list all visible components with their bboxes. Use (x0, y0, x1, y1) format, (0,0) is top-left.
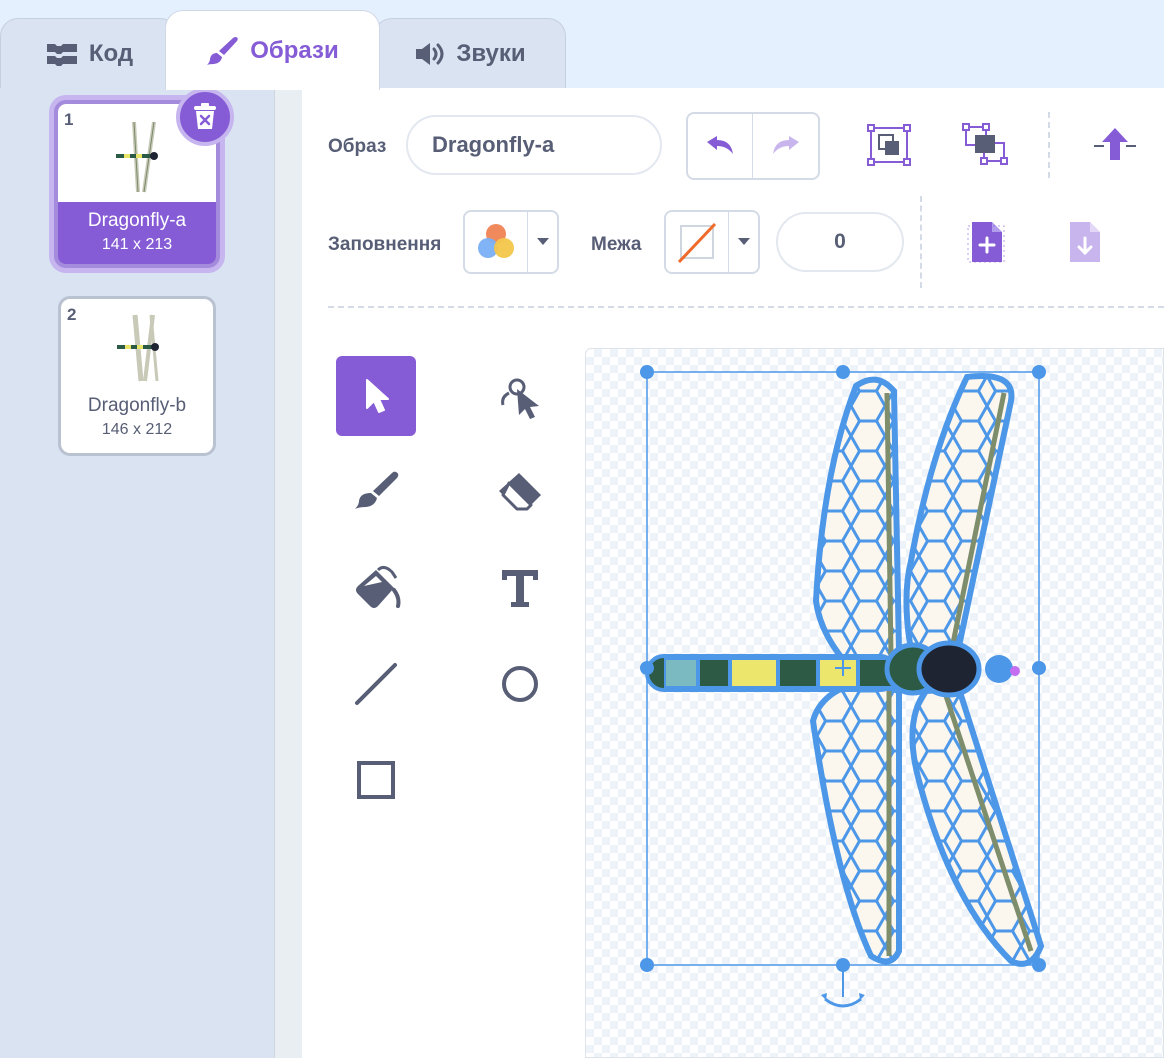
costume-item-dragonfly-b[interactable]: 2 Dragonfly-b 146 x 212 (58, 296, 216, 456)
fill-tool[interactable] (336, 548, 416, 628)
add-costume-button[interactable] (966, 220, 1006, 264)
outline-color-picker[interactable] (664, 210, 760, 274)
fill-swatch (465, 212, 528, 272)
outline-width-input[interactable]: 0 (776, 212, 904, 272)
fill-color-picker[interactable] (463, 210, 559, 274)
ungroup-icon (962, 123, 1008, 165)
paintbrush-icon (207, 36, 239, 65)
rectangle-tool[interactable] (336, 740, 416, 820)
select-tool[interactable] (336, 356, 416, 436)
costume-size: 146 x 212 (101, 421, 173, 438)
costume-name-label: Образ (328, 136, 387, 157)
costume-number: 2 (67, 305, 77, 324)
toolbar-separator (920, 196, 922, 288)
eraser-tool[interactable] (480, 452, 560, 532)
undo-redo-group (686, 112, 820, 180)
brush-tool[interactable] (336, 452, 416, 532)
arrow-cursor-icon (366, 379, 389, 413)
costume-name-input[interactable]: Dragonfly-a (406, 115, 662, 175)
tab-costumes-label: Образи (250, 36, 339, 64)
costume-size: 141 x 213 (101, 236, 173, 253)
upper-right-wing[interactable] (903, 373, 1015, 665)
tab-code[interactable]: Код (0, 18, 178, 88)
group-button[interactable] (866, 123, 912, 167)
reshape-cursor-icon (501, 378, 539, 419)
outline-dropdown[interactable] (729, 212, 758, 272)
eraser-icon (499, 473, 541, 511)
dragonfly-thumbnail-image (117, 314, 159, 382)
outline-label: Межа (591, 234, 642, 255)
undo-button[interactable] (688, 114, 753, 178)
rectangle-icon (357, 761, 395, 799)
costume-name: Dragonfly-a (87, 210, 187, 231)
costume-number: 1 (64, 110, 74, 129)
circle-tool[interactable] (480, 644, 560, 724)
text-icon (502, 570, 538, 607)
fill-label: Заповнення (328, 234, 442, 255)
trash-icon (194, 103, 216, 129)
multicolor-fill-icon (478, 224, 514, 258)
group-icon (867, 124, 911, 166)
lower-right-wing[interactable] (909, 685, 1045, 967)
redo-button[interactable] (753, 114, 818, 178)
file-download-icon (1070, 222, 1100, 262)
no-outline-icon (677, 222, 717, 264)
tab-costumes[interactable]: Образи (165, 10, 380, 90)
forward-icon (1094, 128, 1136, 160)
costume-name: Dragonfly-b (87, 395, 187, 416)
file-add-icon (967, 222, 1005, 263)
delete-costume-button[interactable] (176, 88, 234, 146)
code-blocks-icon (46, 43, 77, 66)
chevron-down-icon (536, 238, 549, 245)
fill-dropdown[interactable] (528, 212, 557, 272)
chevron-down-icon (737, 238, 750, 245)
sidebar-divider (274, 88, 303, 1058)
outline-swatch (666, 212, 729, 272)
forward-button[interactable] (1092, 126, 1138, 166)
reshape-tool[interactable] (480, 356, 560, 436)
paint-canvas[interactable] (585, 348, 1164, 1058)
tab-code-label: Код (88, 39, 134, 67)
ungroup-button[interactable] (962, 123, 1008, 167)
line-tool[interactable] (336, 644, 416, 724)
undo-icon (707, 136, 733, 154)
tab-bar: Код Звуки Образи (0, 0, 1164, 90)
rotate-handle-icon[interactable] (821, 965, 865, 1008)
upper-left-wing[interactable] (812, 376, 903, 686)
toolbar-separator (1048, 112, 1050, 178)
lower-left-wing[interactable] (809, 677, 902, 965)
redo-icon (772, 136, 799, 154)
tab-sounds[interactable]: Звуки (374, 18, 566, 88)
dragonfly-artwork[interactable] (586, 349, 1164, 1058)
brush-icon (355, 471, 399, 509)
export-costume-button[interactable] (1064, 220, 1104, 264)
tab-sounds-label: Звуки (456, 39, 526, 67)
speaker-icon (416, 42, 444, 65)
toolbar-divider (328, 306, 1164, 308)
circle-icon (502, 666, 538, 702)
paint-bucket-icon (356, 565, 401, 608)
text-tool[interactable] (480, 548, 560, 628)
line-icon (355, 663, 397, 705)
